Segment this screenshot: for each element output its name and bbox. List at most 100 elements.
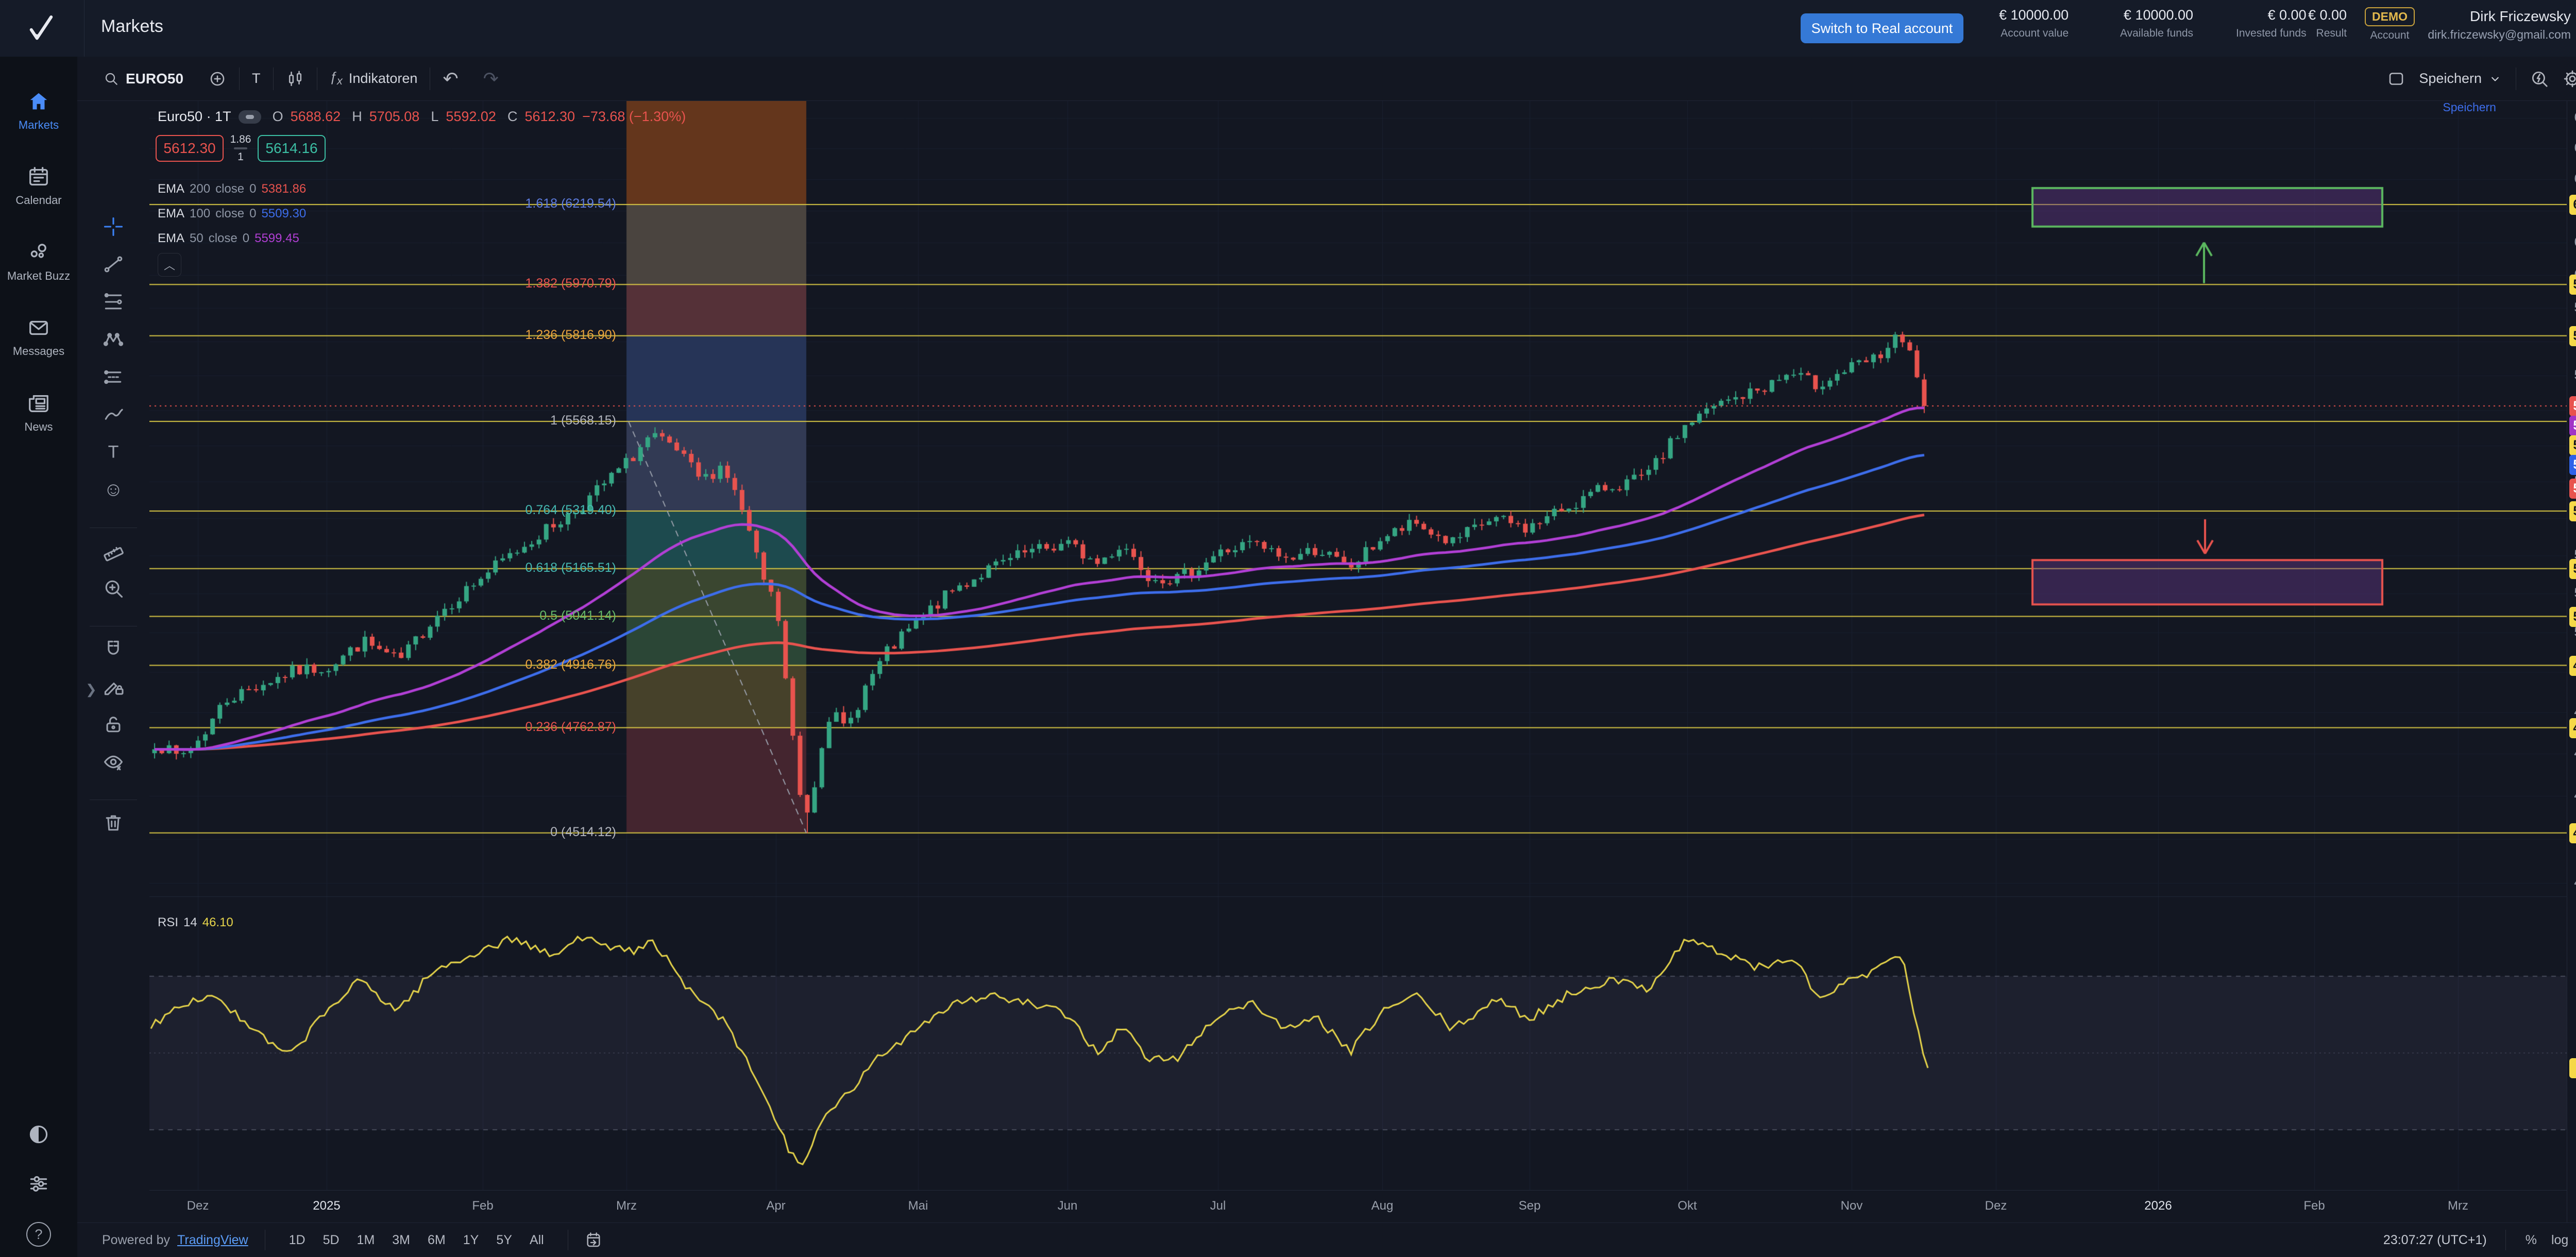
sidebar-item-market-buzz[interactable]: Market Buzz — [0, 241, 77, 283]
contrast-icon[interactable] — [27, 1123, 50, 1146]
brush-tool[interactable] — [102, 403, 125, 426]
trend-line-icon — [102, 253, 125, 276]
quick-search-icon[interactable] — [2530, 69, 2549, 89]
ema-200-row[interactable]: EMA 200 close 0 5381.86 — [158, 182, 306, 196]
lock-all-icon — [102, 713, 125, 736]
watchlist-expand-chevron[interactable]: ❯ — [86, 682, 97, 698]
time-label-Nov[interactable]: Nov — [1841, 1199, 1863, 1213]
ruler-tool[interactable] — [102, 539, 125, 562]
compare-add-button[interactable] — [196, 70, 239, 88]
search-icon — [103, 71, 120, 87]
ema-offset: 0 — [243, 231, 249, 246]
indicators-button[interactable]: ƒx Indikatoren — [317, 69, 430, 88]
indicators-label: Indikatoren — [349, 71, 418, 87]
range-button-1D[interactable]: 1D — [282, 1230, 313, 1251]
range-button-3M[interactable]: 3M — [385, 1230, 417, 1251]
time-label-Dez[interactable]: Dez — [187, 1199, 209, 1213]
sidebar-item-news[interactable]: News — [0, 392, 77, 434]
chart-shell: EURO50 T ƒx Indikatoren ↶ ↷ — [77, 57, 2576, 1257]
undo-button[interactable]: ↶ — [430, 68, 470, 90]
switch-to-real-account-button[interactable]: Switch to Real account — [1801, 13, 1963, 43]
stat-result: € 0.00 Result — [2308, 7, 2347, 40]
tradingview-link[interactable]: TradingView — [177, 1233, 248, 1248]
spread-value: 1.86 — [230, 133, 251, 146]
symbol-search-button[interactable]: EURO50 — [91, 71, 196, 87]
sell-price-button[interactable]: 5612.30 — [156, 135, 224, 162]
sidebar-item-calendar[interactable]: Calendar — [0, 165, 77, 207]
save-layout-button[interactable]: Speichern Speichern — [2419, 71, 2502, 87]
time-label-2025[interactable]: 2025 — [313, 1199, 340, 1213]
price-badge-5041.14: 5041.14 — [2569, 607, 2576, 627]
time-label-Jun[interactable]: Jun — [1058, 1199, 1078, 1213]
time-label-Jul[interactable]: Jul — [1210, 1199, 1226, 1213]
ema-100-row[interactable]: EMA 100 close 0 5509.30 — [158, 207, 306, 221]
range-button-All[interactable]: All — [522, 1230, 551, 1251]
time-label-Feb[interactable]: Feb — [2303, 1199, 2325, 1213]
gear-icon[interactable] — [2563, 69, 2576, 89]
magnet-tool[interactable] — [102, 638, 125, 660]
hide-drawings-tool[interactable] — [102, 751, 125, 773]
rsi-tick: 40.00 — [2567, 1084, 2576, 1099]
layout-panel-icon[interactable] — [2387, 70, 2405, 88]
fib-retracement-tool[interactable] — [102, 291, 125, 313]
lock-all-tool[interactable] — [102, 713, 125, 736]
scale-button-%[interactable]: % — [2519, 1230, 2543, 1251]
help-icon[interactable]: ? — [26, 1222, 51, 1247]
range-button-6M[interactable]: 6M — [420, 1230, 453, 1251]
sidebar-item-markets[interactable]: Markets — [0, 90, 77, 132]
price-scale[interactable]: 4400.004500.004600.004700.004800.004900.… — [2567, 100, 2576, 1223]
app-logo — [21, 11, 62, 45]
time-label-Mrz[interactable]: Mrz — [616, 1199, 637, 1213]
range-button-5Y[interactable]: 5Y — [489, 1230, 519, 1251]
interval-button[interactable]: T — [240, 71, 273, 87]
user-block[interactable]: Dirk Friczewsky dirk.friczewsky@gmail.co… — [2428, 8, 2571, 42]
chart-type-button[interactable] — [274, 70, 317, 88]
ema-50-row[interactable]: EMA 50 close 0 5599.45 — [158, 231, 299, 246]
time-label-Mrz[interactable]: Mrz — [2448, 1199, 2468, 1213]
interval-label: T — [252, 71, 261, 87]
xabcd-pattern-tool[interactable] — [102, 328, 125, 351]
sliders-icon[interactable] — [27, 1173, 50, 1195]
price-chart-canvas[interactable] — [149, 100, 2567, 1190]
price-badge-5970.79: 5970.79 — [2569, 275, 2576, 295]
time-label-Mai[interactable]: Mai — [908, 1199, 928, 1213]
crosshair-tool[interactable] — [102, 215, 125, 238]
time-label-Aug[interactable]: Aug — [1371, 1199, 1394, 1213]
time-label-Sep[interactable]: Sep — [1519, 1199, 1541, 1213]
legend-visibility-toggle[interactable] — [239, 110, 261, 124]
buy-price-button[interactable]: 5614.16 — [258, 135, 326, 162]
zoom-in-tool[interactable] — [102, 577, 125, 600]
ema-source: close — [215, 207, 244, 221]
time-label-Dez[interactable]: Dez — [1985, 1199, 2007, 1213]
price-tick: 4600.00 — [2567, 788, 2576, 803]
long-position-icon — [102, 366, 125, 388]
chart-toolbar: EURO50 T ƒx Indikatoren ↶ ↷ — [77, 57, 2576, 101]
go-to-date-icon[interactable] — [585, 1231, 602, 1249]
sidebar-item-label: Messages — [13, 345, 64, 358]
time-axis[interactable]: Dez 2025 Feb Mrz Apr Mai Jun Jul Aug Sep Okt Nov Dez… — [77, 1190, 2567, 1224]
time-label-Feb[interactable]: Feb — [472, 1199, 493, 1213]
range-button-5D[interactable]: 5D — [316, 1230, 347, 1251]
time-label-Apr[interactable]: Apr — [766, 1199, 785, 1213]
rsi-legend-row[interactable]: RSI 14 46.10 — [158, 915, 233, 930]
range-button-1M[interactable]: 1M — [350, 1230, 382, 1251]
scale-button-log[interactable]: log — [2545, 1230, 2574, 1251]
sidebar-item-messages[interactable]: Messages — [0, 316, 77, 358]
remove-drawings-tool[interactable] — [102, 811, 125, 834]
trend-line-tool[interactable] — [102, 253, 125, 276]
range-button-1Y[interactable]: 1Y — [456, 1230, 486, 1251]
ruler-icon — [102, 539, 125, 562]
sidebar-bottom-icons: ? — [0, 1123, 77, 1247]
news-icon — [27, 392, 50, 415]
drawing-mode-lock-tool[interactable] — [102, 675, 125, 698]
text-tool[interactable]: T — [108, 443, 119, 463]
user-name: Dirk Friczewsky — [2428, 8, 2571, 25]
redo-button[interactable]: ↷ — [471, 68, 511, 90]
legend-collapse-button[interactable]: ︿ — [158, 253, 181, 277]
rsi-tick: 80.00 — [2567, 930, 2576, 945]
long-position-tool[interactable] — [102, 366, 125, 388]
time-label-2026[interactable]: 2026 — [2144, 1199, 2172, 1213]
ema-value: 5381.86 — [261, 182, 306, 196]
time-label-Okt[interactable]: Okt — [1677, 1199, 1697, 1213]
emoji-tool[interactable]: ☺ — [104, 479, 124, 501]
